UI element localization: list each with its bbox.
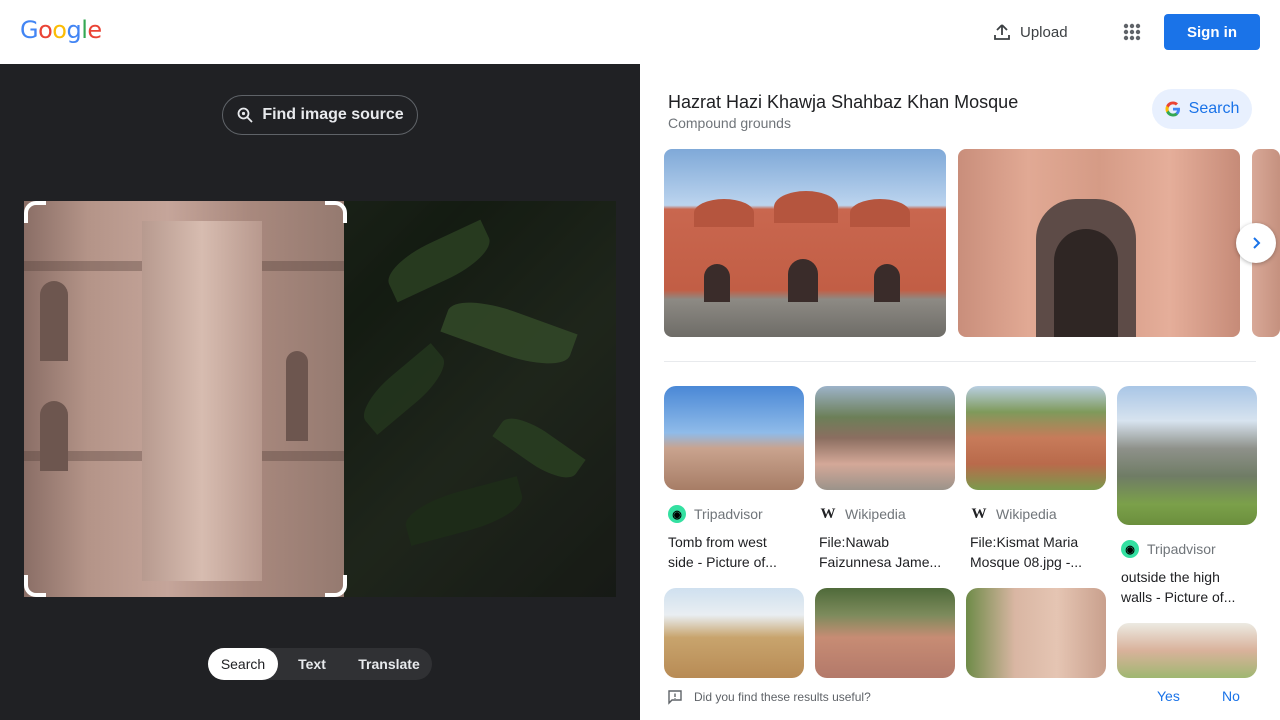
arch-door <box>704 264 730 302</box>
lens-mode-switcher: Search Text Translate <box>208 648 432 680</box>
feedback-yes-button[interactable]: Yes <box>1157 688 1180 704</box>
result-title-line: side - Picture of... <box>668 554 777 570</box>
result-title: outside the high walls - Picture of... <box>1117 567 1257 607</box>
entity-title[interactable]: Hazrat Hazi Khawja Shahbaz Khan Mosque <box>668 92 1018 113</box>
outside-crop-shade <box>344 201 616 597</box>
result-thumbnail <box>664 588 804 678</box>
sign-in-button[interactable]: Sign in <box>1164 14 1260 50</box>
result-card-2[interactable]: W Wikipedia File:Nawab Faizunnesa Jame..… <box>815 386 955 572</box>
carousel-next-button[interactable] <box>1236 223 1276 263</box>
google-logo[interactable]: Google <box>20 16 102 44</box>
result-title-line: Mosque 08.jpg -... <box>970 554 1083 570</box>
result-source-label: Tripadvisor <box>1147 541 1216 557</box>
wikipedia-icon: W <box>971 505 987 522</box>
result-title-line: Faizunnesa Jame... <box>819 554 942 570</box>
dome-shape <box>850 199 910 227</box>
feedback-bar: Did you find these results useful? Yes N… <box>640 678 1280 720</box>
result-card-1[interactable]: ◉ Tripadvisor Tomb from west side - Pict… <box>664 386 804 572</box>
arch-door <box>874 264 900 302</box>
dome-shape <box>694 199 754 227</box>
result-source-label: Tripadvisor <box>694 506 763 522</box>
entity-image-2[interactable] <box>958 149 1240 337</box>
result-source-label: Wikipedia <box>845 506 906 522</box>
section-divider <box>664 361 1256 362</box>
result-source: W Wikipedia <box>966 504 1106 524</box>
result-card-5[interactable] <box>664 588 804 678</box>
result-title-line: Tomb from west <box>668 534 767 550</box>
mode-text-tab[interactable]: Text <box>278 648 346 680</box>
top-bar: Google Upload Sign in <box>0 0 1280 64</box>
feedback-no-button[interactable]: No <box>1222 688 1240 704</box>
mode-search-tab[interactable]: Search <box>208 648 278 680</box>
result-title-line: walls - Picture of... <box>1121 589 1236 605</box>
lens-search-icon <box>237 107 253 123</box>
result-card-7[interactable] <box>966 588 1106 678</box>
result-source: ◉ Tripadvisor <box>1117 539 1257 559</box>
upload-label: Upload <box>1020 23 1068 41</box>
result-source-label: Wikipedia <box>996 506 1057 522</box>
result-thumbnail <box>966 386 1106 490</box>
result-thumbnail <box>815 386 955 490</box>
arch-door <box>1054 229 1118 337</box>
mosque-wall <box>24 201 344 597</box>
tripadvisor-icon: ◉ <box>1121 540 1139 558</box>
upload-icon <box>994 24 1010 40</box>
tripadvisor-icon: ◉ <box>668 505 686 523</box>
upload-button[interactable]: Upload <box>992 20 1068 44</box>
result-title: File:Nawab Faizunnesa Jame... <box>815 532 955 572</box>
mode-translate-tab[interactable]: Translate <box>346 648 432 680</box>
result-card-4[interactable]: ◉ Tripadvisor outside the high walls - P… <box>1117 386 1257 607</box>
result-thumbnail <box>664 386 804 490</box>
feedback-question: Did you find these results useful? <box>694 690 871 704</box>
result-source: W Wikipedia <box>815 504 955 524</box>
result-title-line: outside the high <box>1121 569 1220 585</box>
result-source: ◉ Tripadvisor <box>664 504 804 524</box>
find-image-source-label: Find image source <box>262 106 404 123</box>
result-card-8[interactable] <box>1117 623 1257 678</box>
entity-search-button[interactable]: Search <box>1152 89 1252 129</box>
chevron-right-icon <box>1253 237 1261 249</box>
result-thumbnail <box>1117 623 1257 678</box>
result-title: Tomb from west side - Picture of... <box>664 532 804 572</box>
result-card-3[interactable]: W Wikipedia File:Kismat Maria Mosque 08.… <box>966 386 1106 572</box>
wall-pillar <box>142 221 262 581</box>
find-image-source-button[interactable]: Find image source <box>222 95 418 135</box>
wall-arch <box>286 351 308 441</box>
dome-shape <box>774 191 838 223</box>
entity-search-label: Search <box>1188 100 1240 117</box>
result-thumbnail <box>815 588 955 678</box>
results-panel: Hazrat Hazi Khawja Shahbaz Khan Mosque C… <box>640 64 1280 720</box>
lens-image-panel: Find image source Search Text Translate <box>0 64 640 720</box>
arch-door <box>788 259 818 302</box>
result-title-line: File:Kismat Maria <box>970 534 1079 550</box>
wall-arch <box>40 281 68 361</box>
uploaded-image[interactable] <box>24 201 616 597</box>
result-card-6[interactable] <box>815 588 955 678</box>
entity-subtitle: Compound grounds <box>668 115 791 131</box>
apps-grid-icon[interactable] <box>1118 18 1146 46</box>
wikipedia-icon: W <box>820 505 836 522</box>
wall-arch <box>40 401 68 471</box>
feedback-icon <box>668 690 682 705</box>
result-title: File:Kismat Maria Mosque 08.jpg -... <box>966 532 1106 572</box>
entity-image-1[interactable] <box>664 149 946 337</box>
result-thumbnail <box>1117 386 1257 525</box>
result-title-line: File:Nawab <box>819 534 890 550</box>
result-thumbnail <box>966 588 1106 678</box>
google-g-icon <box>1165 101 1180 117</box>
